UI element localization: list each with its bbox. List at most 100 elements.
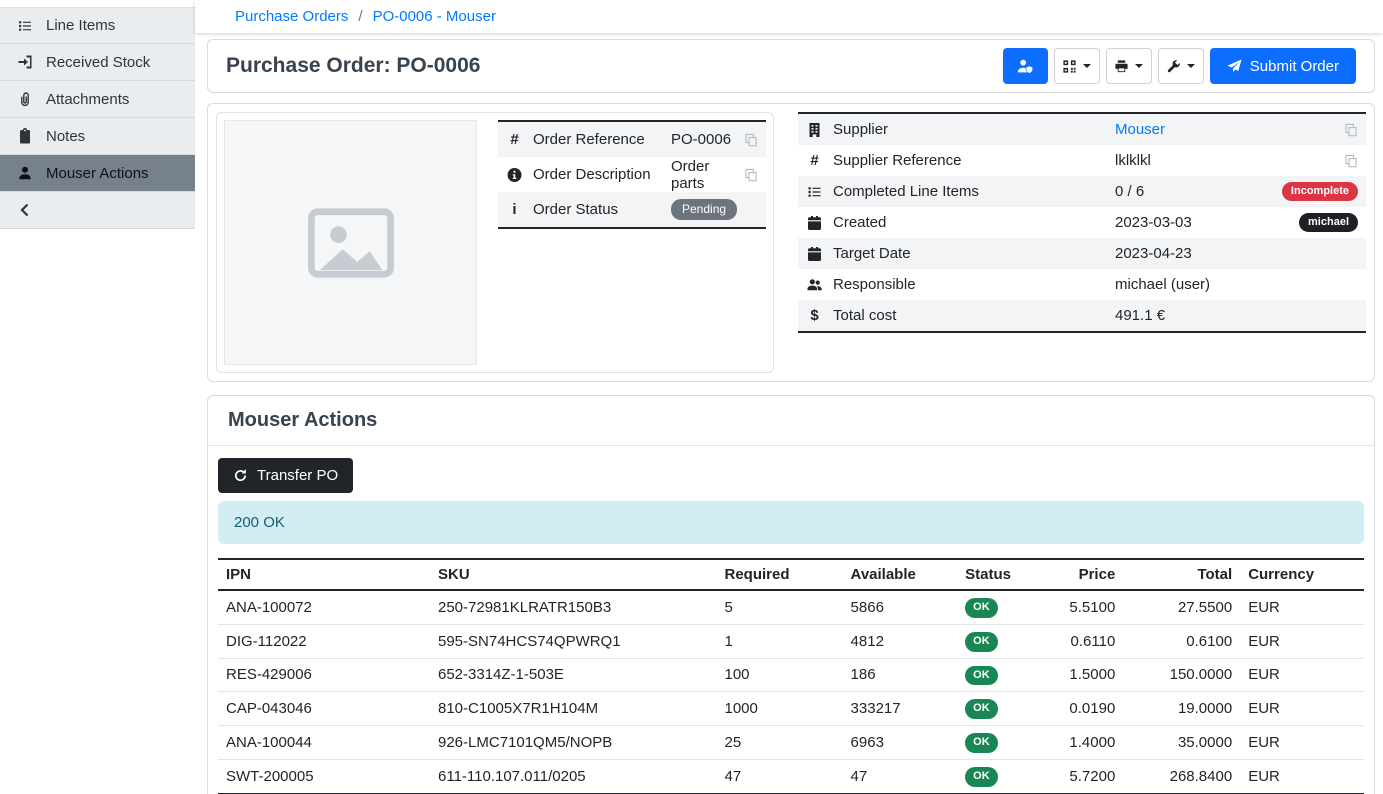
detail-value: 2023-03-03 — [1115, 214, 1289, 231]
building-icon — [806, 122, 823, 138]
page-title: Purchase Order: PO-0006 — [226, 54, 480, 78]
incomplete-badge: Incomplete — [1282, 182, 1358, 202]
cell-ipn: ANA-100044 — [218, 726, 430, 760]
copy-icon[interactable] — [744, 133, 758, 147]
order-summary-card: # Order Reference PO-0006 Order Descript… — [216, 112, 774, 373]
hash-icon: # — [806, 152, 823, 169]
panel-title: Mouser Actions — [208, 396, 1374, 446]
order-details-table: # Order Reference PO-0006 Order Descript… — [498, 120, 766, 229]
detail-row-completed-line-items: Completed Line Items 0 / 6 Incomplete — [798, 176, 1366, 207]
order-status-badge: Pending — [671, 199, 737, 220]
sidebar-item-mouser-actions[interactable]: Mouser Actions — [0, 155, 195, 192]
info-circle-icon — [506, 167, 523, 183]
print-actions-dropdown[interactable] — [1106, 48, 1152, 84]
copy-icon[interactable] — [1344, 154, 1358, 168]
cell-currency: EUR — [1240, 726, 1364, 760]
sidebar-item-received-stock[interactable]: Received Stock — [0, 44, 195, 81]
caret-down-icon — [1135, 64, 1143, 68]
cell-total: 35.0000 — [1123, 726, 1240, 760]
detail-label: Created — [833, 214, 1105, 231]
cell-sku: 652-3314Z-1-503E — [430, 658, 717, 692]
user-roles-button[interactable] — [1003, 48, 1048, 84]
col-available: Available — [843, 559, 958, 590]
supplier-link[interactable]: Mouser — [1115, 121, 1334, 138]
cell-required: 47 — [717, 759, 843, 793]
content-inner: Purchase Order: PO-0006 — [195, 33, 1383, 794]
refresh-icon — [233, 468, 248, 483]
detail-label: Order Description — [533, 166, 661, 183]
detail-row-created: Created 2023-03-03 michael — [798, 207, 1366, 238]
cell-status: OK — [957, 759, 1049, 793]
detail-label: Completed Line Items — [833, 183, 1105, 200]
detail-value: 0 / 6 — [1115, 183, 1272, 200]
transfer-po-button[interactable]: Transfer PO — [218, 458, 353, 493]
status-ok-badge: OK — [965, 598, 998, 618]
col-price: Price — [1049, 559, 1123, 590]
calendar-icon — [806, 246, 823, 262]
detail-label: Total cost — [833, 307, 1105, 324]
status-alert: 200 OK — [218, 501, 1364, 544]
col-ipn: IPN — [218, 559, 430, 590]
detail-label: Order Reference — [533, 131, 661, 148]
detail-row-total-cost: $ Total cost 491.1 € — [798, 300, 1366, 331]
cell-status: OK — [957, 726, 1049, 760]
cell-sku: 611-110.107.011/0205 — [430, 759, 717, 793]
cell-required: 25 — [717, 726, 843, 760]
tools-icon — [1166, 59, 1181, 74]
breadcrumb-current-order-link[interactable]: PO-0006 - Mouser — [373, 8, 496, 25]
sidebar-item-label: Notes — [46, 128, 85, 145]
table-row: ANA-100044 926-LMC7101QM5/NOPB 25 6963 O… — [218, 726, 1364, 760]
col-required: Required — [717, 559, 843, 590]
cell-available: 4812 — [843, 624, 958, 658]
status-ok-badge: OK — [965, 733, 998, 753]
caret-down-icon — [1083, 64, 1091, 68]
detail-row-order-reference: # Order Reference PO-0006 — [498, 122, 766, 157]
detail-row-supplier-reference: # Supplier Reference lklklkl — [798, 145, 1366, 176]
dollar-icon: $ — [806, 307, 823, 324]
breadcrumb-separator: / — [358, 8, 362, 25]
detail-label: Target Date — [833, 245, 1105, 262]
status-ok-badge: OK — [965, 767, 998, 787]
detail-value: 491.1 € — [1115, 307, 1358, 324]
detail-value: Order parts — [671, 158, 734, 192]
cell-currency: EUR — [1240, 658, 1364, 692]
cell-ipn: CAP-043046 — [218, 692, 430, 726]
sidebar-item-label: Received Stock — [46, 54, 150, 71]
sidebar-item-attachments[interactable]: Attachments — [0, 81, 195, 118]
barcode-actions-dropdown[interactable] — [1054, 48, 1100, 84]
submit-order-button[interactable]: Submit Order — [1210, 48, 1356, 84]
detail-row-supplier: Supplier Mouser — [798, 114, 1366, 145]
cell-currency: EUR — [1240, 759, 1364, 793]
order-actions-dropdown[interactable] — [1158, 48, 1204, 84]
sidebar-item-notes[interactable]: Notes — [0, 118, 195, 155]
sidebar-collapse-button[interactable] — [0, 192, 195, 229]
cell-status: OK — [957, 624, 1049, 658]
cell-currency: EUR — [1240, 590, 1364, 624]
order-image-placeholder[interactable] — [224, 120, 477, 365]
qr-code-icon — [1062, 59, 1077, 74]
sidebar-item-line-items[interactable]: Line Items — [0, 7, 195, 44]
submit-order-label: Submit Order — [1250, 58, 1339, 75]
table-row: CAP-043046 810-C1005X7R1H104M 1000 33321… — [218, 692, 1364, 726]
sidebar: Line Items Received Stock Attachments No… — [0, 0, 195, 794]
supplier-details-table: Supplier Mouser # Supplier Reference lkl… — [798, 112, 1366, 333]
col-total: Total — [1123, 559, 1240, 590]
cell-required: 5 — [717, 590, 843, 624]
chevron-left-icon — [17, 202, 33, 218]
cell-status: OK — [957, 590, 1049, 624]
copy-icon[interactable] — [1344, 123, 1358, 137]
col-status: Status — [957, 559, 1049, 590]
cell-price: 5.5100 — [1049, 590, 1123, 624]
detail-value: 2023-04-23 — [1115, 245, 1358, 262]
list-check-icon — [806, 184, 823, 200]
sign-in-icon — [17, 54, 33, 70]
breadcrumb-purchase-orders-link[interactable]: Purchase Orders — [235, 8, 348, 25]
col-currency: Currency — [1240, 559, 1364, 590]
detail-row-order-status: i Order Status Pending — [498, 192, 766, 227]
cell-price: 1.4000 — [1049, 726, 1123, 760]
copy-icon[interactable] — [744, 168, 758, 182]
sidebar-item-label: Mouser Actions — [46, 165, 149, 182]
hash-icon: # — [506, 131, 523, 148]
cell-price: 5.7200 — [1049, 759, 1123, 793]
cell-ipn: ANA-100072 — [218, 590, 430, 624]
